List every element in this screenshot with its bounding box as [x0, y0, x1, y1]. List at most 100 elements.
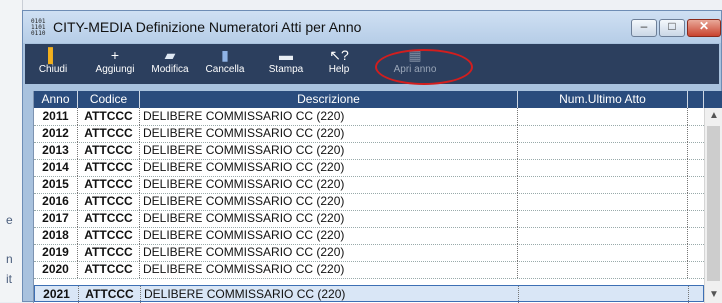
background-window-strip: e n it	[0, 0, 23, 302]
table-row[interactable]: 2013 ATTCCC DELIBERE COMMISSARIO CC (220…	[34, 142, 704, 160]
plus-icon: +	[110, 47, 120, 63]
cell-codice: ATTCCC	[79, 286, 141, 303]
cell-codice: ATTCCC	[78, 108, 140, 125]
app-binary-icon: 0101 1101 0110	[31, 18, 46, 37]
modifica-label: Modifica	[151, 64, 189, 75]
cell-anno: 2016	[34, 193, 78, 210]
cell-anno: 2011	[34, 108, 78, 125]
cell-anno: 2012	[34, 125, 78, 142]
cancella-button[interactable]: ▮ Cancella	[199, 44, 251, 84]
table-row[interactable]: 2018 ATTCCC DELIBERE COMMISSARIO CC (220…	[34, 227, 704, 245]
cell-spacer	[688, 176, 704, 193]
cell-anno: 2018	[34, 227, 78, 244]
red-annotation-circle	[375, 49, 473, 85]
cell-anno: 2014	[34, 159, 78, 176]
cancella-label: Cancella	[205, 64, 245, 75]
cell-spacer	[688, 193, 704, 210]
table-row[interactable]: 2016 ATTCCC DELIBERE COMMISSARIO CC (220…	[34, 193, 704, 211]
table-row[interactable]: 2015 ATTCCC DELIBERE COMMISSARIO CC (220…	[34, 176, 704, 194]
table-row[interactable]: 2017 ATTCCC DELIBERE COMMISSARIO CC (220…	[34, 210, 704, 228]
title-bar[interactable]: 0101 1101 0110 CITY-MEDIA Definizione Nu…	[23, 11, 721, 43]
cell-anno: 2021	[35, 286, 79, 303]
cell-num-ultimo-atto	[518, 142, 688, 159]
cell-descrizione: DELIBERE COMMISSARIO CC (220)	[140, 193, 518, 210]
cell-spacer	[688, 244, 704, 261]
cell-spacer	[689, 286, 705, 303]
help-button[interactable]: ↖? Help	[321, 44, 357, 84]
exit-door-icon: ▌	[48, 47, 58, 63]
cell-spacer	[688, 125, 704, 142]
column-header-spacer	[688, 91, 704, 108]
chiudi-button[interactable]: ▌ Chiudi	[31, 44, 75, 84]
stampa-label: Stampa	[268, 64, 304, 75]
scrollbar-thumb[interactable]	[707, 126, 720, 281]
cell-codice: ATTCCC	[78, 159, 140, 176]
folder-edit-icon: ▰	[164, 47, 176, 63]
cell-num-ultimo-atto	[518, 244, 688, 261]
cell-descrizione: DELIBERE COMMISSARIO CC (220)	[140, 108, 518, 125]
cell-descrizione: DELIBERE COMMISSARIO CC (220)	[140, 227, 518, 244]
table-row[interactable]: 2020 ATTCCC DELIBERE COMMISSARIO CC (220…	[34, 261, 704, 279]
cell-anno: 2013	[34, 142, 78, 159]
cell-codice: ATTCCC	[78, 176, 140, 193]
grid-header: Anno Codice Descrizione Num.Ultimo Atto	[34, 91, 722, 108]
modifica-button[interactable]: ▰ Modifica	[145, 44, 195, 84]
table-row[interactable]: 2019 ATTCCC DELIBERE COMMISSARIO CC (220…	[34, 244, 704, 262]
cell-codice: ATTCCC	[78, 261, 140, 278]
help-pointer-icon: ↖?	[329, 47, 349, 63]
chiudi-label: Chiudi	[38, 64, 68, 75]
close-window-button[interactable]: ✕	[687, 19, 721, 37]
cell-num-ultimo-atto	[519, 286, 689, 303]
cell-spacer	[688, 210, 704, 227]
cell-num-ultimo-atto	[518, 125, 688, 142]
scroll-up-arrow-icon[interactable]: ▲	[705, 108, 722, 124]
trash-icon: ▮	[221, 47, 229, 63]
cell-codice: ATTCCC	[78, 142, 140, 159]
column-header-anno[interactable]: Anno	[34, 91, 78, 108]
cell-spacer	[688, 261, 704, 278]
cell-codice: ATTCCC	[78, 193, 140, 210]
printer-icon: ▬	[279, 47, 293, 63]
cell-descrizione: DELIBERE COMMISSARIO CC (220)	[140, 210, 518, 227]
cell-anno: 2017	[34, 210, 78, 227]
background-text-fragment: e	[6, 213, 13, 227]
column-header-descrizione[interactable]: Descrizione	[140, 91, 518, 108]
column-header-num-ultimo-atto[interactable]: Num.Ultimo Atto	[518, 91, 688, 108]
numeratori-grid: Anno Codice Descrizione Num.Ultimo Atto …	[33, 91, 722, 303]
cell-num-ultimo-atto	[518, 210, 688, 227]
cell-num-ultimo-atto	[518, 193, 688, 210]
column-header-codice[interactable]: Codice	[78, 91, 140, 108]
cell-descrizione: DELIBERE COMMISSARIO CC (220)	[140, 142, 518, 159]
minimize-icon: –	[640, 19, 648, 33]
cell-anno: 2015	[34, 176, 78, 193]
cell-anno: 2020	[34, 261, 78, 278]
background-text-fragment: it	[6, 272, 12, 286]
table-row[interactable]: 2012 ATTCCC DELIBERE COMMISSARIO CC (220…	[34, 125, 704, 143]
cell-anno: 2019	[34, 244, 78, 261]
scroll-down-arrow-icon[interactable]: ▼	[705, 287, 722, 303]
cell-descrizione: DELIBERE COMMISSARIO CC (220)	[141, 286, 519, 303]
stampa-button[interactable]: ▬ Stampa	[261, 44, 311, 84]
minimize-button[interactable]: –	[631, 19, 657, 37]
close-icon: ✕	[698, 19, 710, 33]
cell-spacer	[688, 108, 704, 125]
cell-num-ultimo-atto	[518, 159, 688, 176]
help-label: Help	[328, 64, 350, 75]
cell-num-ultimo-atto	[518, 108, 688, 125]
cell-descrizione: DELIBERE COMMISSARIO CC (220)	[140, 261, 518, 278]
maximize-button[interactable]: □	[659, 19, 685, 37]
cell-codice: ATTCCC	[78, 210, 140, 227]
background-text-fragment: n	[6, 252, 13, 266]
numeratori-window: 0101 1101 0110 CITY-MEDIA Definizione Nu…	[22, 10, 722, 303]
cell-spacer	[688, 227, 704, 244]
aggiungi-button[interactable]: + Aggiungi	[87, 44, 143, 84]
cell-num-ultimo-atto	[518, 227, 688, 244]
table-row[interactable]: 2011 ATTCCC DELIBERE COMMISSARIO CC (220…	[34, 108, 704, 126]
table-row[interactable]: 2014 ATTCCC DELIBERE COMMISSARIO CC (220…	[34, 159, 704, 177]
cell-descrizione: DELIBERE COMMISSARIO CC (220)	[140, 159, 518, 176]
cell-descrizione: DELIBERE COMMISSARIO CC (220)	[140, 125, 518, 142]
table-row-selected[interactable]: 2021 ATTCCC DELIBERE COMMISSARIO CC (220…	[34, 285, 705, 303]
cell-codice: ATTCCC	[78, 125, 140, 142]
vertical-scrollbar[interactable]: ▲ ▼	[704, 108, 722, 303]
window-title: CITY-MEDIA Definizione Numeratori Atti p…	[53, 19, 362, 35]
